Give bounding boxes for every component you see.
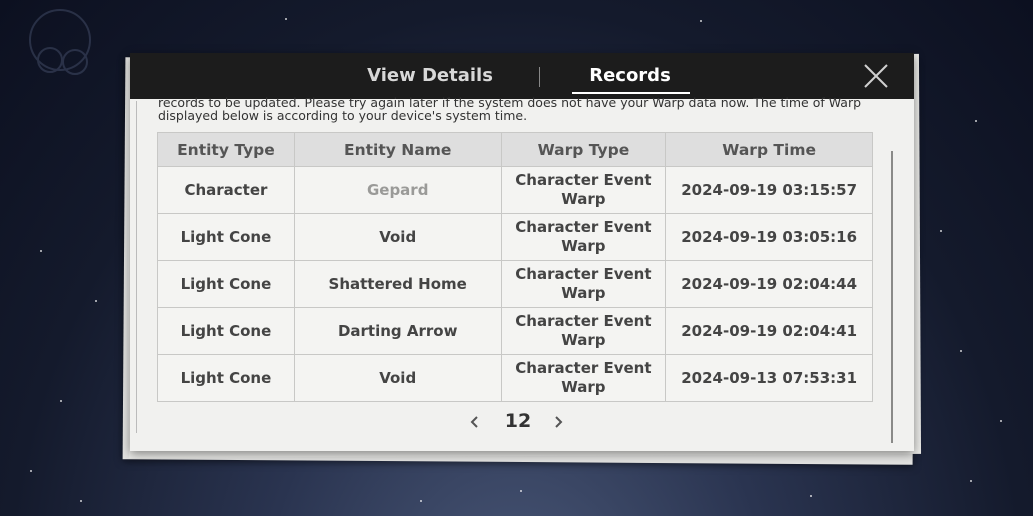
cell-entity-name: Gepard — [293, 166, 502, 214]
pagination: 12 — [460, 408, 580, 436]
column-header-entity-type: Entity Type — [157, 132, 295, 167]
column-header-entity-name: Entity Name — [293, 132, 502, 167]
table-header-row: Entity Type Entity Name Warp Type Warp T… — [157, 132, 873, 167]
cell-entity-type: Character — [157, 166, 295, 214]
chevron-left-icon[interactable] — [465, 412, 485, 432]
cell-entity-name: Void — [293, 213, 502, 261]
table-row: Character Gepard Character Event Warp 20… — [157, 166, 873, 214]
warp-notice-text: records to be updated. Please try again … — [158, 95, 868, 125]
table-row: Light Cone Void Character Event Warp 202… — [157, 354, 873, 402]
table-row: Light Cone Void Character Event Warp 202… — [157, 213, 873, 261]
close-icon[interactable] — [858, 61, 894, 91]
cell-warp-type: Character Event Warp — [500, 213, 667, 261]
scrollbar-thumb[interactable] — [891, 151, 893, 443]
cell-warp-type: Character Event Warp — [500, 354, 667, 402]
cell-entity-name: Shattered Home — [293, 260, 502, 308]
cell-warp-type: Character Event Warp — [500, 166, 667, 214]
cell-entity-name: Darting Arrow — [293, 307, 502, 355]
paper-edge-line — [136, 101, 137, 433]
cell-entity-type: Light Cone — [157, 354, 295, 402]
tab-separator — [539, 67, 540, 87]
tab-view-details[interactable]: View Details — [330, 53, 530, 99]
table-row: Light Cone Shattered Home Character Even… — [157, 260, 873, 308]
cell-warp-time: 2024-09-19 02:04:41 — [665, 307, 873, 355]
cell-warp-time: 2024-09-19 02:04:44 — [665, 260, 873, 308]
dialog-header: View Details Records — [130, 53, 914, 99]
cell-entity-type: Light Cone — [157, 213, 295, 261]
column-header-warp-time: Warp Time — [665, 132, 873, 167]
cell-entity-type: Light Cone — [157, 307, 295, 355]
cell-warp-type: Character Event Warp — [500, 260, 667, 308]
active-tab-indicator — [572, 92, 690, 94]
cell-entity-type: Light Cone — [157, 260, 295, 308]
decorative-emblem-icon — [29, 9, 91, 75]
page-number: 12 — [504, 410, 532, 432]
warp-records-dialog: View Details Records records to be updat… — [130, 53, 914, 451]
column-header-warp-type: Warp Type — [500, 132, 667, 167]
table-row: Light Cone Darting Arrow Character Event… — [157, 307, 873, 355]
notice-line-2: displayed below is according to your dev… — [158, 108, 528, 123]
cell-warp-time: 2024-09-19 03:05:16 — [665, 213, 873, 261]
chevron-right-icon[interactable] — [548, 412, 568, 432]
cell-warp-time: 2024-09-13 07:53:31 — [665, 354, 873, 402]
cell-entity-name: Void — [293, 354, 502, 402]
warp-records-table: Entity Type Entity Name Warp Type Warp T… — [157, 132, 873, 402]
cell-warp-type: Character Event Warp — [500, 307, 667, 355]
cell-warp-time: 2024-09-19 03:15:57 — [665, 166, 873, 214]
notice-line-1: records to be updated. Please try again … — [158, 95, 862, 110]
